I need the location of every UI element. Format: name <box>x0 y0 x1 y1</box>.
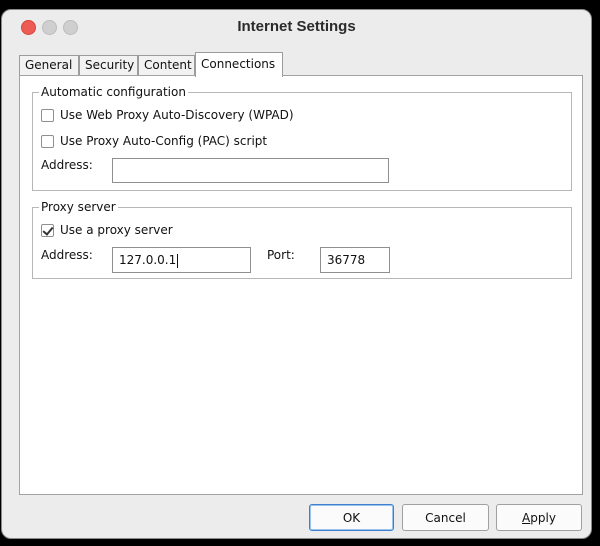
pac-option[interactable]: Use Proxy Auto-Config (PAC) script <box>41 134 267 148</box>
proxy-server-legend: Proxy server <box>39 199 118 215</box>
wpad-option[interactable]: Use Web Proxy Auto-Discovery (WPAD) <box>41 108 294 122</box>
automatic-configuration-group: Automatic configuration Use Web Proxy Au… <box>32 84 572 191</box>
connections-panel: Automatic configuration Use Web Proxy Au… <box>19 75 583 495</box>
pac-label: Use Proxy Auto-Config (PAC) script <box>60 134 268 148</box>
tab-content[interactable]: Content <box>138 55 195 75</box>
apply-button[interactable]: Apply <box>496 504 582 531</box>
tab-general[interactable]: General <box>19 55 79 75</box>
proxy-server-group: Proxy server Use a proxy server Address:… <box>32 199 572 279</box>
proxy-port-label: Port: <box>267 248 295 262</box>
apply-mnemonic: A <box>522 510 531 525</box>
use-proxy-checkbox[interactable] <box>41 223 54 237</box>
window-title: Internet Settings <box>237 18 356 35</box>
cancel-button[interactable]: Cancel <box>402 504 489 531</box>
pac-checkbox[interactable] <box>41 134 54 148</box>
use-proxy-label: Use a proxy server <box>60 223 173 237</box>
pac-address-label: Address: <box>41 158 93 172</box>
proxy-address-label: Address: <box>41 248 93 262</box>
use-proxy-option[interactable]: Use a proxy server <box>41 223 173 237</box>
internet-settings-window: Internet Settings General Security Conte… <box>1 9 592 539</box>
proxy-port-value: 36778 <box>327 253 366 267</box>
text-caret <box>177 253 179 268</box>
proxy-port-input[interactable]: 36778 <box>320 247 390 273</box>
title-bar[interactable]: Internet Settings <box>2 10 591 44</box>
tab-security[interactable]: Security <box>79 55 138 75</box>
tab-connections[interactable]: Connections <box>195 52 283 77</box>
automatic-configuration-legend: Automatic configuration <box>39 84 188 100</box>
proxy-address-value: 127.0.0.1 <box>119 253 177 267</box>
pac-address-input[interactable] <box>112 158 389 183</box>
ok-button[interactable]: OK <box>309 504 394 531</box>
apply-label-rest: pply <box>530 510 556 525</box>
proxy-address-input[interactable]: 127.0.0.1 <box>112 247 251 273</box>
wpad-label: Use Web Proxy Auto-Discovery (WPAD) <box>60 108 294 122</box>
wpad-checkbox[interactable] <box>41 108 54 122</box>
